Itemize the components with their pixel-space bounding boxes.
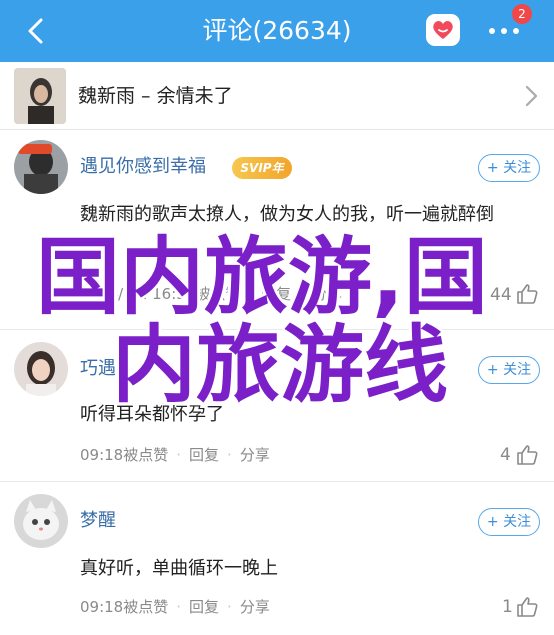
notification-badge: 2 [512,4,532,24]
reply-button[interactable]: 回复 [189,446,219,464]
avatar[interactable] [14,140,68,194]
comment-username[interactable]: 梦醒 [80,508,116,534]
song-title: 魏新雨 – 余情未了 [78,85,233,107]
thumb-up-icon[interactable] [515,443,539,471]
follow-button[interactable]: + 关注 [478,356,540,384]
song-row[interactable]: 魏新雨 – 余情未了 [0,62,554,130]
reply-button[interactable]: 回复 [189,598,219,616]
comment-time: 09:18 [80,598,124,616]
share-button[interactable]: 分享 [240,598,270,616]
like-count: 1 [502,597,513,617]
avatar[interactable] [14,342,68,396]
comment-username[interactable]: 遇见你感到幸福 [80,154,206,180]
overlay-text-line2: 内旅游线 [112,316,449,414]
song-cover-image [14,68,66,124]
heart-icon[interactable] [426,14,460,46]
like-count: 4 [500,445,511,465]
page-title: 评论(26634) [202,16,352,45]
thumb-up-icon[interactable] [515,282,539,310]
thumb-up-icon[interactable] [515,595,539,623]
comment-like-label: 被点赞 [123,446,169,464]
share-button[interactable]: 分享 [240,446,270,464]
like-count: 44 [490,285,512,305]
comment-username[interactable]: 巧遇 [80,356,116,382]
comment-meta: 09:18被点赞 · 回复 · 分享 [80,598,270,616]
comment-time: 09:18 [80,446,124,464]
follow-button[interactable]: + 关注 [478,508,540,536]
comment-text: 魏新雨的歌声太撩人，做为女人的我，听一遍就醉倒 [80,204,494,225]
chevron-right-icon[interactable] [524,84,540,112]
avatar[interactable] [14,494,68,548]
comment-like-label: 被点赞 [123,598,169,616]
comment-item: 梦醒 + 关注 真好听，单曲循环一晚上 09:18被点赞 · 回复 · 分享 1 [0,482,554,635]
comment-meta: 09:18被点赞 · 回复 · 分享 [80,446,270,464]
overlay-text-line1: 国内旅游,国 [36,228,488,326]
comment-text: 真好听，单曲循环一晚上 [80,558,278,579]
header-bar: 评论(26634) 2 [0,0,554,62]
svip-badge: SVIP年 [232,157,292,179]
follow-button[interactable]: + 关注 [478,154,540,182]
